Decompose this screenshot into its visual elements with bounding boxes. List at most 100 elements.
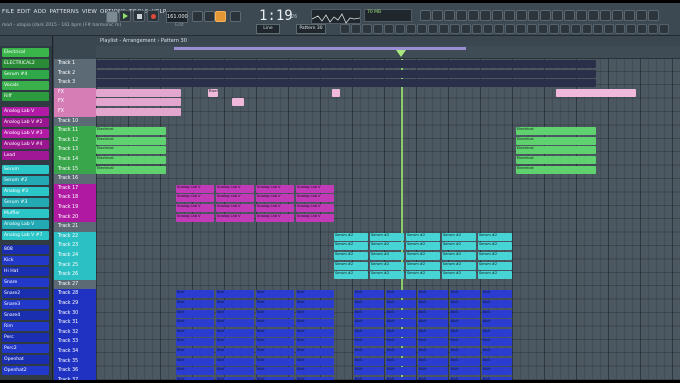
track-header[interactable]: Track 10 — [54, 116, 96, 127]
pattern-clip[interactable]: Serum #2 — [334, 252, 368, 260]
tool-icon[interactable] — [450, 24, 460, 34]
pattern-clip[interactable]: Kick — [482, 338, 512, 347]
pattern-clip[interactable]: Kick — [296, 300, 334, 308]
loop-region[interactable] — [174, 47, 466, 50]
pattern-clip[interactable]: Kick — [354, 348, 384, 356]
pattern-clip[interactable]: Kick — [216, 338, 254, 347]
channel-button[interactable]: ELECTRICAL2 — [2, 59, 49, 68]
menu-file[interactable]: FILE — [2, 9, 14, 15]
pattern-clip[interactable]: Kick — [386, 319, 416, 328]
pattern-clip[interactable]: Kick — [256, 319, 294, 328]
pattern-clip[interactable]: Kick — [386, 328, 416, 337]
tool-icon[interactable] — [549, 24, 559, 34]
pattern-clip[interactable]: Serum #2 — [478, 252, 512, 260]
menu-view[interactable]: VIEW — [82, 9, 97, 15]
tool-icon[interactable] — [637, 24, 647, 34]
pattern-clip[interactable]: Analog Lab V — [176, 204, 214, 212]
tool-icon[interactable] — [615, 24, 625, 34]
pattern-clip[interactable]: Riser FX — [208, 88, 218, 97]
pattern-clip[interactable]: Kick — [216, 367, 254, 376]
pattern-clip[interactable]: Serum #2 — [406, 252, 440, 260]
pattern-clip[interactable] — [96, 60, 596, 68]
track-header[interactable]: Track 3 — [54, 78, 96, 88]
track-header[interactable]: Track 33 — [54, 337, 96, 347]
pattern-clip[interactable]: Analog Lab V — [216, 213, 254, 222]
shortcut-icon[interactable] — [420, 10, 431, 21]
countdown-icon[interactable] — [230, 11, 241, 22]
pattern-clip[interactable]: Kick — [418, 357, 448, 366]
pattern-clip[interactable]: Kick — [354, 309, 384, 318]
channel-button[interactable]: Perc — [2, 333, 49, 342]
pattern-clip[interactable]: Serum #2 — [406, 271, 440, 280]
pattern-clip[interactable]: Electrical — [516, 127, 596, 136]
pattern-clip[interactable]: Kick — [176, 357, 214, 366]
pattern-clip[interactable]: Analog Lab V — [216, 194, 254, 203]
pattern-clip[interactable]: Serum #2 — [478, 271, 512, 280]
pattern-clip[interactable] — [556, 88, 636, 97]
track-header[interactable]: Track 11 — [54, 126, 96, 136]
tool-icon[interactable] — [373, 24, 383, 34]
pattern-clip[interactable]: Electrical — [96, 165, 166, 174]
pattern-clip[interactable]: Analog Lab V — [256, 204, 294, 212]
playhead-marker-icon[interactable] — [396, 50, 406, 57]
pattern-clip[interactable]: Serum #2 — [334, 271, 368, 280]
channel-button[interactable]: Rim — [2, 322, 49, 331]
shortcut-icon[interactable] — [492, 10, 503, 21]
pattern-clip[interactable]: Serum #2 — [442, 261, 476, 270]
tool-icon[interactable] — [560, 24, 570, 34]
shortcut-icon[interactable] — [528, 10, 539, 21]
pattern-clip[interactable]: Serum #2 — [370, 242, 404, 251]
tool-icon[interactable] — [428, 24, 438, 34]
pattern-clip[interactable] — [232, 98, 244, 107]
pattern-clip[interactable]: Kick — [482, 300, 512, 308]
pattern-clip[interactable]: Analog Lab V — [216, 204, 254, 212]
tool-icon[interactable] — [417, 24, 427, 34]
shortcut-icon[interactable] — [480, 10, 491, 21]
shortcut-icon[interactable] — [516, 10, 527, 21]
pattern-clip[interactable]: Kick — [418, 309, 448, 318]
pattern-clip[interactable]: Kick — [418, 348, 448, 356]
track-header[interactable]: Track 27 — [54, 279, 96, 290]
pattern-clip[interactable]: Electrical — [516, 156, 596, 164]
channel-button[interactable]: Openhat2 — [2, 366, 49, 375]
tool-icon[interactable] — [505, 24, 515, 34]
pattern-clip[interactable]: Kick — [256, 328, 294, 337]
tool-icon[interactable] — [538, 24, 548, 34]
pattern-clip[interactable]: Kick — [418, 367, 448, 376]
track-header[interactable]: Track 28 — [54, 289, 96, 299]
pattern-clip[interactable]: Kick — [450, 376, 480, 380]
track-header[interactable]: Track 32 — [54, 327, 96, 338]
pattern-clip[interactable]: Kick — [296, 357, 334, 366]
tempo-display[interactable]: 161.000 — [166, 11, 188, 23]
menu-add[interactable]: ADD — [34, 9, 47, 15]
pattern-clip[interactable]: Kick — [216, 309, 254, 318]
pattern-clip[interactable]: Kick — [354, 376, 384, 380]
channel-button[interactable]: Analog Lab V #2 — [2, 118, 49, 127]
track-header[interactable]: Track 16 — [54, 174, 96, 184]
channel-button[interactable]: Riff — [2, 92, 49, 101]
channel-button[interactable]: Serum #2 — [2, 176, 49, 185]
track-header[interactable]: Track 24 — [54, 251, 96, 261]
pattern-clip[interactable]: Analog Lab V — [296, 213, 334, 222]
track-header[interactable]: FX — [54, 87, 96, 98]
channel-button[interactable]: Electrical — [2, 48, 49, 57]
channel-button[interactable]: Analog Lab V #7 — [2, 231, 49, 240]
pattern-clip[interactable]: Electrical — [96, 146, 166, 155]
pattern-clip[interactable]: Serum #2 — [442, 271, 476, 280]
shortcut-icon[interactable] — [600, 10, 611, 21]
pattern-clip[interactable]: Kick — [450, 300, 480, 308]
pattern-clip[interactable]: Kick — [450, 290, 480, 299]
tool-icon[interactable] — [472, 24, 482, 34]
pattern-clip[interactable]: Kick — [176, 348, 214, 356]
wait-icon[interactable] — [204, 11, 215, 22]
channel-button[interactable]: Snare2 — [2, 289, 49, 298]
pattern-clip[interactable]: Kick — [296, 309, 334, 318]
pattern-clip[interactable]: Electrical — [96, 127, 166, 136]
pattern-clip[interactable]: Kick — [216, 319, 254, 328]
pattern-clip[interactable] — [332, 88, 340, 97]
pattern-song-toggle[interactable] — [106, 11, 118, 23]
tool-icon[interactable] — [406, 24, 416, 34]
pattern-clip[interactable]: Kick — [216, 357, 254, 366]
pattern-clip[interactable]: Kick — [450, 309, 480, 318]
channel-button[interactable]: Openhat — [2, 355, 49, 364]
